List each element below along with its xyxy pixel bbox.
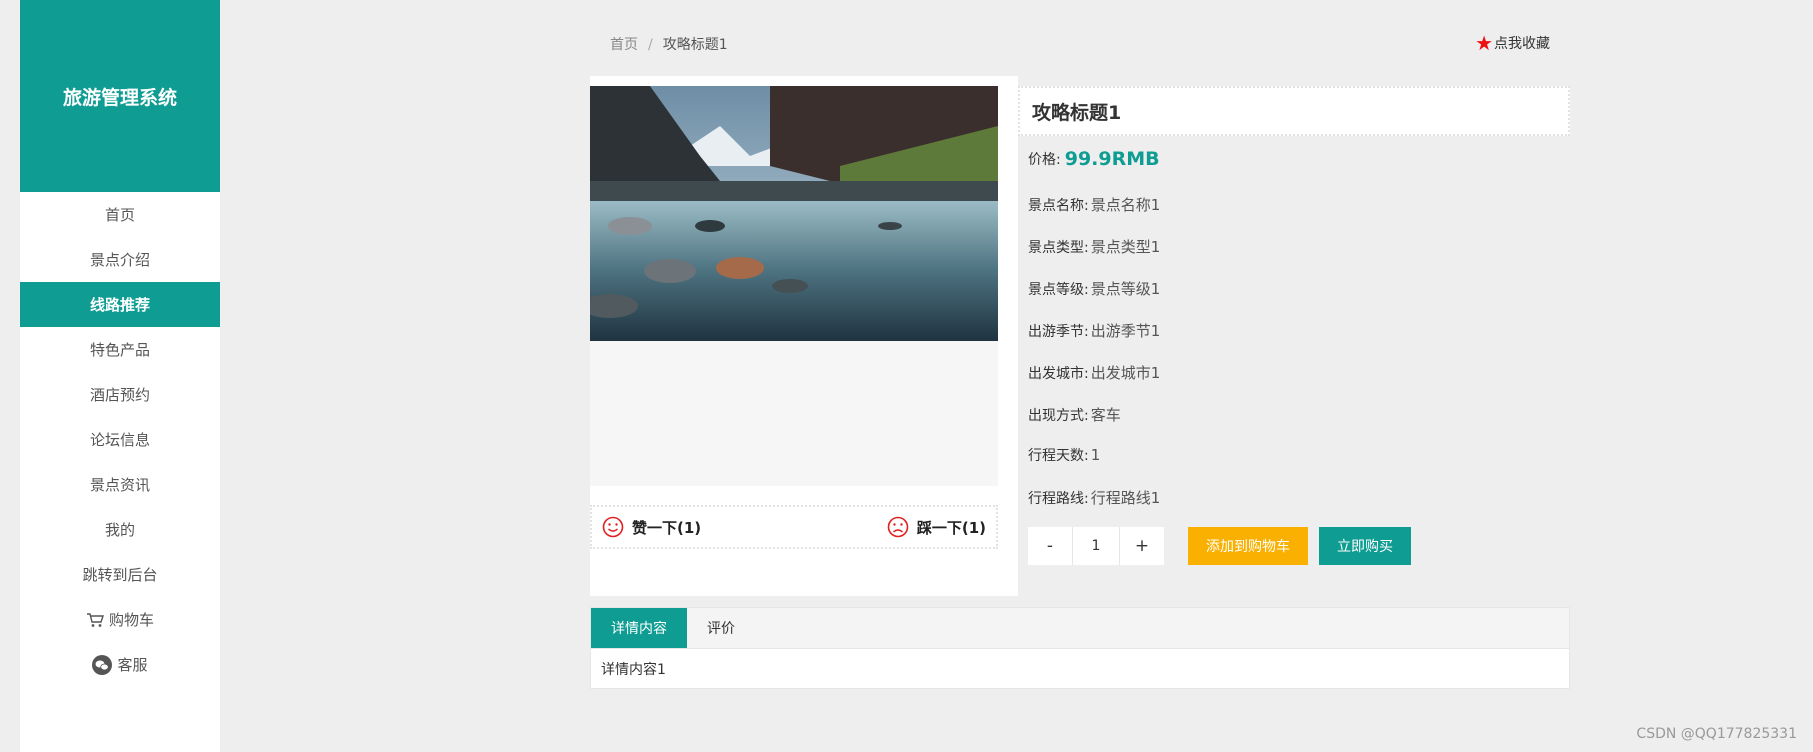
vote-box: 赞一下(1) 踩一下(1) — [590, 505, 998, 549]
nav-label: 景点介绍 — [89, 251, 150, 269]
nav-attractions[interactable]: 景点介绍 — [20, 237, 220, 282]
product-title: 攻略标题1 — [1018, 86, 1570, 136]
like-button[interactable]: 赞一下(1) — [602, 516, 701, 538]
detail-row: 出游季节: 出游季节1 — [1028, 320, 1160, 341]
nav-label: 我的 — [104, 521, 135, 539]
quantity-stepper: - 1 + — [1028, 527, 1164, 565]
info-panel: 攻略标题1 价格: 99.9RMB 景点名称: 景点名称1 景点类型: 景点类型1 … — [1018, 76, 1570, 596]
breadcrumb: 首页 / 攻略标题1 — [610, 34, 728, 54]
product-card: 赞一下(1) 踩一下(1) 攻略标题1 价格: 99.9RMB 景点名称: 景点名… — [590, 76, 1570, 596]
buy-now-button[interactable]: 立即购买 — [1319, 527, 1411, 565]
detail-label: 景点等级: — [1028, 281, 1089, 298]
tab-details[interactable]: 详情内容 — [591, 608, 687, 648]
dislike-label: 踩一下(1) — [916, 518, 986, 537]
breadcrumb-separator: / — [648, 37, 653, 53]
product-photo — [590, 86, 998, 341]
favorite-label: 点我收藏 — [1494, 36, 1550, 52]
nav-label: 论坛信息 — [89, 431, 150, 449]
detail-value: 出发城市1 — [1090, 364, 1161, 382]
watermark: CSDN @QQ177825331 — [1636, 726, 1797, 742]
detail-value: 景点等级1 — [1090, 280, 1161, 298]
nav-hotel[interactable]: 酒店预约 — [20, 372, 220, 417]
detail-row: 景点名称: 景点名称1 — [1028, 194, 1160, 215]
nav-cart[interactable]: 购物车 — [20, 597, 220, 642]
detail-row: 出现方式: 客车 — [1028, 404, 1121, 425]
star-icon: ★ — [1475, 31, 1493, 55]
detail-row: 行程路线: 行程路线1 — [1028, 487, 1160, 508]
detail-value: 行程路线1 — [1090, 489, 1161, 507]
price-label: 价格: — [1028, 152, 1061, 168]
nav-forum[interactable]: 论坛信息 — [20, 417, 220, 462]
nav-news[interactable]: 景点资讯 — [20, 462, 220, 507]
nav-label: 购物车 — [108, 611, 154, 629]
detail-row: 行程天数: 1 — [1028, 445, 1100, 465]
wechat-icon — [92, 654, 113, 675]
detail-row: 景点等级: 景点等级1 — [1028, 278, 1160, 299]
nav-label: 客服 — [117, 656, 148, 674]
cart-icon — [86, 612, 104, 628]
detail-label: 出现方式: — [1028, 407, 1089, 424]
detail-value: 1 — [1090, 446, 1101, 464]
nav-admin[interactable]: 跳转到后台 — [20, 552, 220, 597]
photo-placeholder — [590, 341, 998, 486]
breadcrumb-current: 攻略标题1 — [662, 37, 728, 53]
detail-label: 行程天数: — [1028, 448, 1089, 464]
detail-row: 出发城市: 出发城市1 — [1028, 362, 1160, 383]
nav-products[interactable]: 特色产品 — [20, 327, 220, 372]
price-value: 99.9RMB — [1064, 148, 1160, 170]
detail-label: 景点类型: — [1028, 239, 1089, 256]
nav-mine[interactable]: 我的 — [20, 507, 220, 552]
breadcrumb-home[interactable]: 首页 — [610, 37, 638, 53]
like-label: 赞一下(1) — [632, 518, 702, 537]
price-row: 价格: 99.9RMB — [1028, 148, 1160, 170]
add-to-cart-button[interactable]: 添加到购物车 — [1188, 527, 1308, 565]
nav-routes[interactable]: 线路推荐 — [20, 282, 220, 327]
detail-value: 客车 — [1090, 406, 1121, 424]
tab-content: 详情内容1 — [601, 662, 666, 678]
detail-value: 出游季节1 — [1090, 322, 1161, 340]
detail-tabs-panel: 详情内容 评价 详情内容1 — [590, 607, 1570, 689]
favorite-button[interactable]: ★ 点我收藏 — [1475, 33, 1550, 53]
nav-service[interactable]: 客服 — [20, 642, 220, 687]
tab-bar: 详情内容 评价 — [591, 608, 1569, 649]
nav-label: 酒店预约 — [89, 386, 150, 404]
tab-reviews[interactable]: 评价 — [687, 608, 755, 648]
quantity-minus-button[interactable]: - — [1028, 527, 1072, 565]
nav-label: 跳转到后台 — [82, 566, 158, 584]
brand-title: 旅游管理系统 — [20, 0, 220, 192]
smile-icon — [602, 516, 624, 538]
detail-value: 景点类型1 — [1090, 238, 1161, 256]
detail-label: 景点名称: — [1028, 197, 1089, 214]
detail-value: 景点名称1 — [1090, 196, 1161, 214]
sidebar: 旅游管理系统 首页 景点介绍 线路推荐 特色产品 酒店预约 论坛信息 景点资讯 … — [20, 0, 220, 752]
detail-label: 出发城市: — [1028, 365, 1089, 382]
nav-label: 特色产品 — [89, 341, 150, 359]
nav-label: 景点资讯 — [89, 476, 150, 494]
quantity-plus-button[interactable]: + — [1120, 527, 1164, 565]
nav-label: 线路推荐 — [89, 296, 150, 314]
detail-row: 景点类型: 景点类型1 — [1028, 236, 1160, 257]
quantity-input[interactable]: 1 — [1072, 527, 1120, 565]
detail-label: 出游季节: — [1028, 323, 1089, 340]
dislike-button[interactable]: 踩一下(1) — [887, 516, 986, 538]
nav-home[interactable]: 首页 — [20, 192, 220, 237]
detail-label: 行程路线: — [1028, 490, 1089, 507]
nav-label: 首页 — [104, 206, 135, 224]
frown-icon — [887, 516, 909, 538]
